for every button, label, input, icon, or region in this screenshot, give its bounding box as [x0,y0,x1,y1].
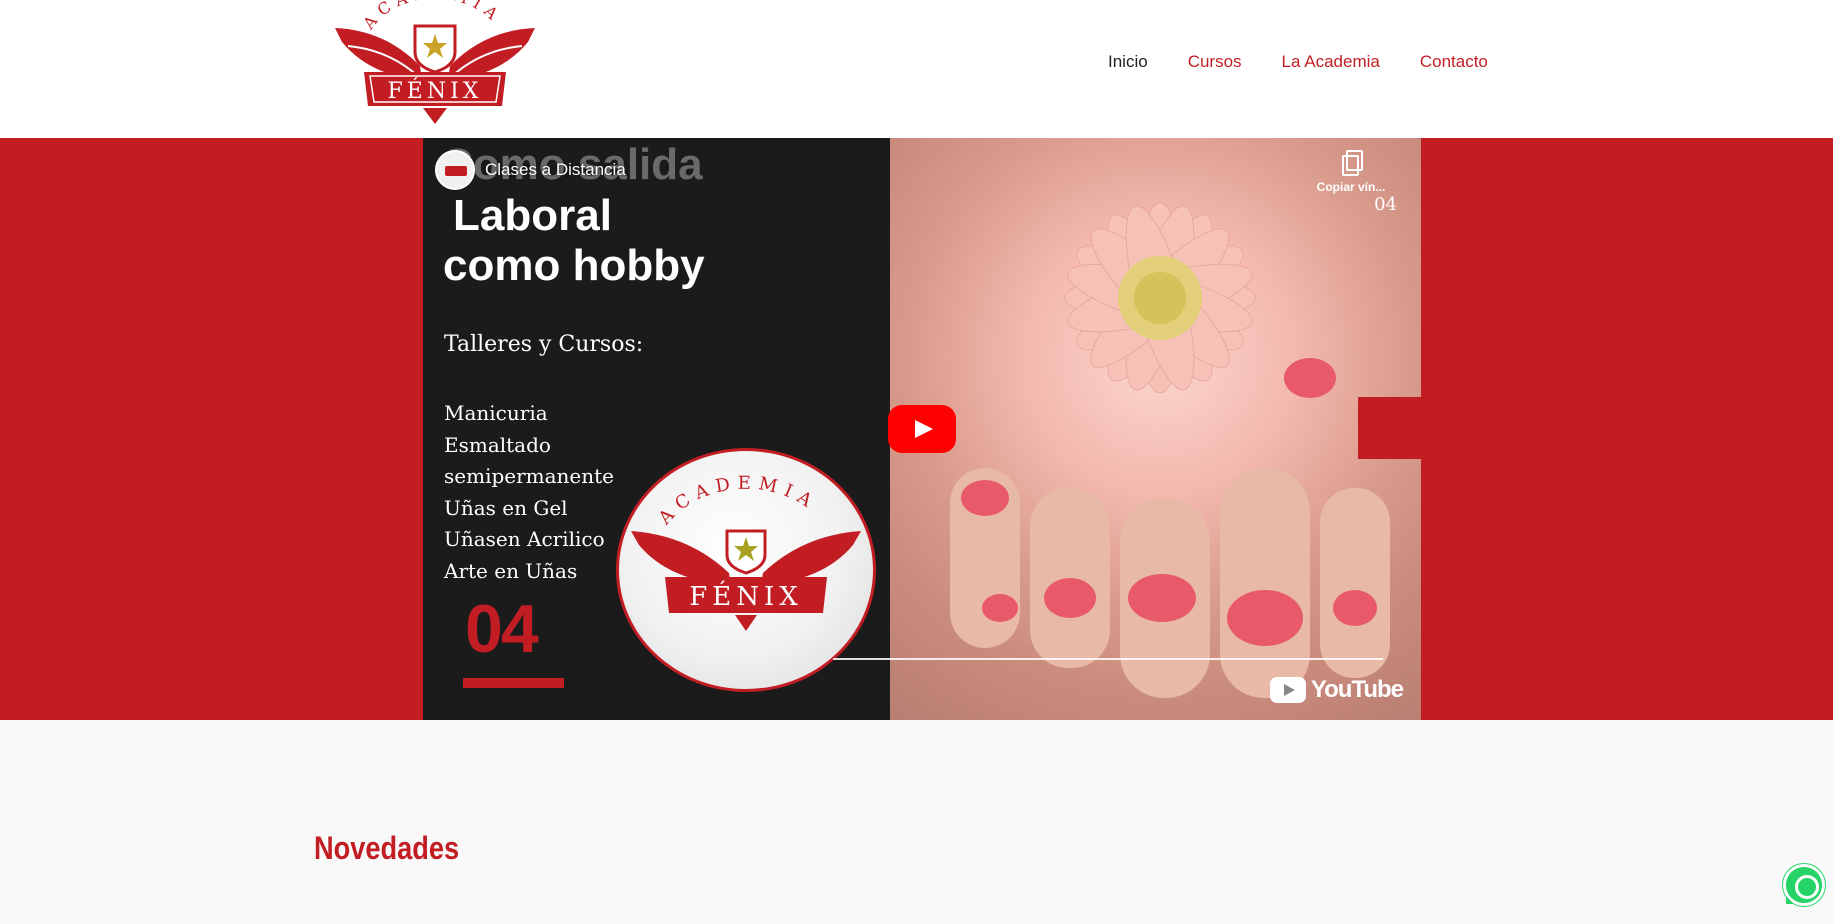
channel-info[interactable]: Clases a Distancia [435,150,626,190]
course-item: Arte en Uñas [444,558,578,583]
youtube-wordmark: YouTube [1310,676,1404,703]
nav-la-academia[interactable]: La Academia [1282,52,1380,72]
nav-inicio[interactable]: Inicio [1108,52,1148,72]
svg-text:FÉNIX: FÉNIX [689,580,803,612]
course-item: Esmaltado [444,432,551,457]
nav-cursos[interactable]: Cursos [1188,52,1242,72]
course-item: Manicuria [444,401,548,425]
svg-text:FÉNIX: FÉNIX [388,77,483,104]
main-nav: Inicio Cursos La Academia Contacto [1108,52,1488,72]
video-subtitle: Talleres y Cursos: [444,332,644,357]
badge-logo-image: ACADEMIA FÉNIX [631,473,861,631]
episode-counter-small: 04 [1374,194,1397,215]
thumbnail-divider-line [833,658,1383,660]
episode-number: 04 [465,591,539,667]
course-list: Manicuria Esmaltado semipermanente Uñas … [444,398,614,587]
episode-number-underline [463,678,564,688]
course-item: semipermanente [444,464,615,488]
channel-avatar[interactable] [435,150,475,190]
copy-link-label: Copiar vín... [1316,180,1386,194]
course-item: Uñas en Gel [444,495,568,520]
site-header: ACADEMIA FÉNIX Inicio Cursos La Academia… [0,0,1833,138]
academia-fenix-logo[interactable]: ACADEMIA FÉNIX [330,0,540,124]
youtube-logo-link[interactable]: YouTube [1269,676,1404,704]
whatsapp-icon-tail [1786,896,1794,904]
red-accent-block [1358,397,1421,459]
video-headline-line1: Laboral [453,191,612,240]
youtube-logo-icon [1269,677,1306,703]
academia-fenix-badge: ACADEMIA FÉNIX [616,448,876,692]
youtube-video-embed[interactable]: Como salida Laboral como hobby Talleres … [423,138,1421,720]
section-title-novedades: Novedades [314,830,460,866]
course-item: Uñasen Acrilico [444,527,605,551]
nav-contacto[interactable]: Contacto [1420,52,1488,72]
video-thumbnail-photo [890,138,1421,720]
copy-link-icon [1340,150,1363,176]
svg-text:ACADEMIA: ACADEMIA [654,473,822,530]
channel-name[interactable]: Clases a Distancia [485,160,626,180]
video-headline-line2: como hobby [443,241,705,290]
flower-photo-image [950,202,1390,698]
play-button[interactable] [888,405,956,453]
copy-link-button[interactable]: Copiar vín... [1306,150,1396,194]
